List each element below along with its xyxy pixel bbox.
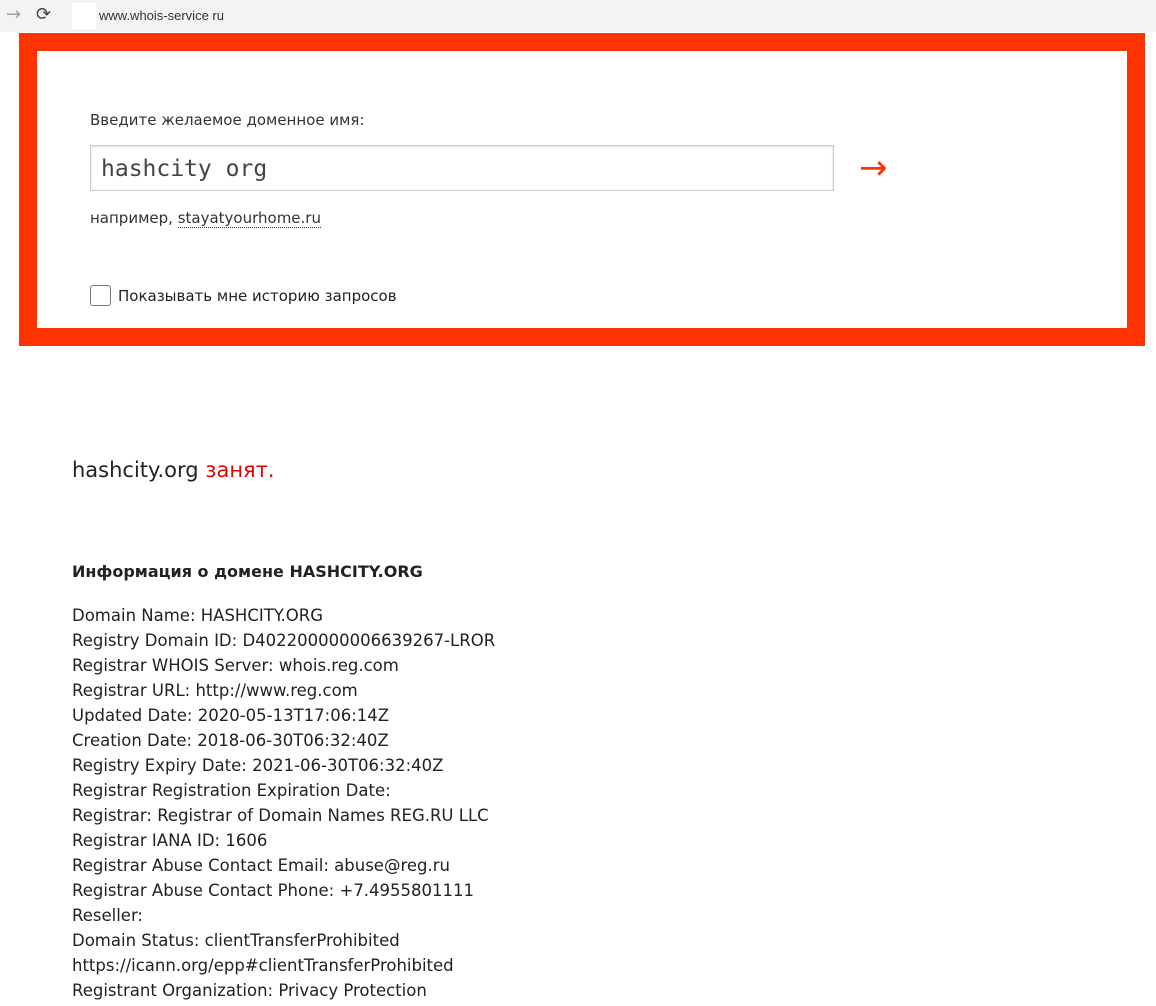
result-domain: hashcity.org xyxy=(72,458,199,482)
example-prefix: например, xyxy=(90,209,173,227)
whois-line: Registrar Abuse Contact Phone: +7.495580… xyxy=(72,881,475,900)
whois-line: Registrar Abuse Contact Email: abuse@reg… xyxy=(72,856,450,875)
history-checkbox-row[interactable]: Показывать мне историю запросов xyxy=(90,285,397,306)
search-form: Введите желаемое доменное имя: hashcity … xyxy=(19,33,1145,346)
whois-line: Registry Expiry Date: 2021-06-30T06:32:4… xyxy=(72,756,444,775)
whois-line: Registrar IANA ID: 1606 xyxy=(72,831,268,850)
forward-icon[interactable]: → xyxy=(6,4,21,25)
whois-line: Domain Name: HASHCITY.ORG xyxy=(72,606,324,625)
whois-line: Registrar: Registrar of Domain Names REG… xyxy=(72,806,489,825)
url-text: www.whois-service ru xyxy=(99,8,224,23)
result-status: занят. xyxy=(205,458,275,482)
whois-line: Domain Status: clientTransferProhibited xyxy=(72,931,400,950)
whois-line: Registrant Organization: Privacy Protect… xyxy=(72,981,427,1000)
domain-label: Введите желаемое доменное имя: xyxy=(90,111,365,129)
whois-line: Registry Domain ID: D402200000006639267-… xyxy=(72,631,496,650)
history-checkbox-label: Показывать мне историю запросов xyxy=(118,286,397,305)
whois-line: Registrar WHOIS Server: whois.reg.com xyxy=(72,656,399,675)
whois-line: Updated Date: 2020-05-13T17:06:14Z xyxy=(72,706,390,725)
info-heading: Информация о домене HASHCITY.ORG xyxy=(72,562,423,581)
result-headline: hashcity.org занят. xyxy=(72,458,275,482)
whois-line: Creation Date: 2018-06-30T06:32:40Z xyxy=(72,731,389,750)
example-text: например, stayatyourhome.ru xyxy=(90,209,321,228)
whois-record: Domain Name: HASHCITY.ORG Registry Domain… xyxy=(72,603,495,1003)
reload-icon[interactable]: ⟳ xyxy=(36,4,51,25)
submit-arrow-icon[interactable]: → xyxy=(859,145,888,191)
whois-line: Reseller: xyxy=(72,906,143,925)
browser-toolbar: → ⟳ www.whois-service ru xyxy=(0,0,1156,32)
site-icon xyxy=(72,3,96,29)
history-checkbox[interactable] xyxy=(90,285,111,306)
domain-input[interactable]: hashcity org xyxy=(90,145,834,191)
whois-line: https://icann.org/epp#clientTransferProh… xyxy=(72,956,454,975)
example-link[interactable]: stayatyourhome.ru xyxy=(177,209,321,228)
whois-line: Registrar Registration Expiration Date: xyxy=(72,781,391,800)
address-bar[interactable]: www.whois-service ru xyxy=(66,3,1156,29)
whois-line: Registrar URL: http://www.reg.com xyxy=(72,681,358,700)
